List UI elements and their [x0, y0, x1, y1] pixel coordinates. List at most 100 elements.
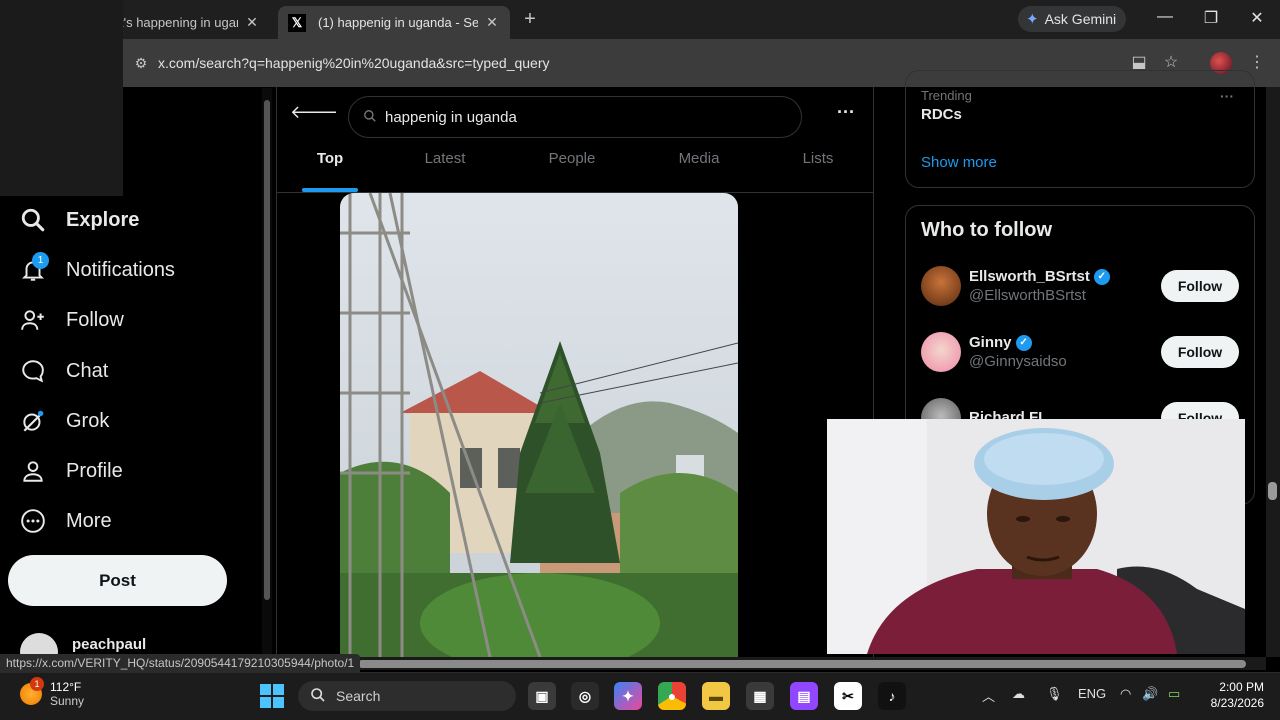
account-name: peachpaul [72, 635, 147, 653]
suggestion-handle: @EllsworthBSrtst [969, 287, 1086, 304]
weather-temp: 112°F [50, 680, 82, 694]
volume-icon[interactable]: 🔊 [1142, 686, 1158, 702]
notification-count-badge: 1 [32, 252, 49, 269]
trend-name[interactable]: RDCs [921, 106, 962, 123]
onedrive-icon[interactable]: ☁ [1012, 686, 1025, 702]
verified-badge-icon: ✓ [1093, 268, 1110, 285]
capcut-app-icon[interactable]: ✂ [834, 682, 862, 710]
ask-gemini-label: Ask Gemini [1044, 11, 1117, 27]
nav-label: Profile [66, 459, 123, 482]
follow-button[interactable]: Follow [1161, 336, 1239, 368]
nav-label: More [66, 509, 112, 532]
site-info-icon[interactable]: ⚙ [124, 55, 158, 72]
page-scrollbar-thumb[interactable] [1268, 482, 1277, 500]
search-query: happenig in uganda [385, 108, 517, 126]
url-text[interactable]: x.com/search?q=happenig%20in%20uganda&sr… [158, 55, 550, 71]
follow-button[interactable]: Follow [1161, 270, 1239, 302]
more-circle-icon [18, 506, 48, 536]
search-icon [18, 205, 48, 235]
tiktok-app-icon[interactable]: ♪ [878, 682, 906, 710]
taskbar-search[interactable]: Search [298, 681, 516, 711]
language-indicator[interactable]: ENG [1078, 686, 1106, 701]
tab-title: (1) happenig in uganda - Search [318, 15, 478, 30]
follow-suggestion[interactable]: Ginny ✓ @Ginnysaidso Follow [921, 330, 1239, 374]
close-tab-icon[interactable]: ✕ [244, 14, 260, 31]
microsoft-store-icon[interactable]: ▦ [746, 682, 774, 710]
nav-follow[interactable]: Follow [18, 298, 124, 342]
search-icon [363, 109, 377, 126]
nav-label: Grok [66, 409, 110, 432]
nav-label: Explore [66, 208, 140, 231]
file-explorer-icon[interactable]: ▬ [702, 682, 730, 710]
nav-chat[interactable]: Chat [18, 349, 108, 393]
task-view-icon[interactable]: ▣ [528, 682, 556, 710]
tab-lists[interactable]: Lists [790, 150, 846, 184]
trend-more-icon[interactable]: ··· [1220, 88, 1234, 104]
nav-label: Notifications [66, 258, 175, 281]
nav-grok[interactable]: Grok [18, 399, 109, 443]
gemini-sparkle-icon: ✦ [1026, 11, 1039, 28]
avatar[interactable] [921, 266, 961, 306]
tray-overflow-icon[interactable]: ︿ [982, 686, 995, 705]
x-logo-icon: 𝕏 [288, 13, 306, 32]
battery-icon[interactable]: ▭ [1168, 686, 1180, 702]
webcam-overlay [827, 419, 1245, 654]
ask-gemini-button[interactable]: ✦ Ask Gemini [1018, 6, 1126, 32]
more-options-icon[interactable]: ··· [834, 102, 858, 126]
suggestion-handle: @Ginnysaidso [969, 353, 1067, 370]
page-scrollbar-track[interactable] [1266, 87, 1280, 657]
nav-more[interactable]: More [18, 499, 112, 543]
horizontal-scrollbar-thumb[interactable] [358, 660, 1246, 668]
verified-badge-icon: ✓ [1015, 334, 1032, 351]
obs-app-icon[interactable]: ◎ [571, 682, 599, 710]
link-status-bar: https://x.com/VERITY_HQ/status/209054417… [0, 654, 361, 672]
avatar[interactable] [921, 332, 961, 372]
nav-explore[interactable]: Explore [18, 198, 139, 242]
tab-top[interactable]: Top [302, 150, 358, 184]
trend-category: Trending [921, 88, 972, 103]
copilot-app-icon[interactable]: ✦ [614, 682, 642, 710]
overlay-panel [0, 0, 123, 196]
tab-title: t's happening in ugan [120, 15, 238, 30]
weather-badge: 1 [30, 677, 44, 691]
minimize-button[interactable]: — [1150, 8, 1180, 30]
browser-tab-1[interactable]: t's happening in ugan ✕ [110, 6, 270, 39]
nav-label: Chat [66, 359, 109, 382]
nav-label: Follow [66, 308, 124, 331]
account-switcher[interactable]: peachpaul [20, 632, 147, 671]
browser-menu-icon[interactable]: ⋮ [1246, 52, 1268, 74]
nav-profile[interactable]: Profile [18, 449, 123, 493]
taskbar-search-label: Search [336, 688, 381, 704]
person-icon [18, 456, 48, 486]
microphone-icon[interactable]: 🎙 [1046, 686, 1063, 702]
weather-desc: Sunny [50, 694, 85, 708]
new-tab-button[interactable]: + [518, 8, 542, 32]
post-button[interactable]: Post [8, 555, 227, 606]
show-more-link[interactable]: Show more [921, 154, 997, 171]
post-photo[interactable] [340, 193, 738, 657]
chat-bubble-icon [18, 356, 48, 386]
clock-date: 8/23/2026 [1210, 696, 1264, 710]
close-tab-icon[interactable]: ✕ [484, 14, 500, 31]
close-window-button[interactable]: ✕ [1242, 8, 1272, 30]
system-clock[interactable]: 2:00 PM 8/23/2026 [1200, 679, 1264, 711]
grok-icon [18, 406, 48, 436]
suggestion-name: Ellsworth_BSrtst [969, 268, 1090, 285]
tab-latest[interactable]: Latest [410, 150, 480, 184]
follow-suggestion[interactable]: Ellsworth_BSrtst ✓ @EllsworthBSrtst Follo… [921, 264, 1239, 308]
tab-people[interactable]: People [536, 150, 608, 184]
tab-media[interactable]: Media [664, 150, 734, 184]
clock-time: 2:00 PM [1219, 680, 1264, 694]
person-plus-icon [18, 305, 48, 335]
search-input[interactable]: happenig in uganda [348, 96, 802, 138]
browser-tab-2-active[interactable]: 𝕏 (1) happenig in uganda - Search ✕ [278, 6, 510, 39]
back-arrow-icon[interactable]: 🡐 [290, 102, 338, 126]
windows-start-icon[interactable] [259, 683, 285, 709]
weather-widget[interactable]: 1 112°F Sunny [20, 677, 85, 708]
nav-scrollbar-thumb[interactable] [264, 100, 270, 600]
who-to-follow-title: Who to follow [921, 219, 1053, 241]
chrome-app-icon[interactable]: ● [658, 682, 686, 710]
restore-button[interactable]: ❐ [1196, 8, 1226, 30]
wifi-icon[interactable]: ◠ [1120, 686, 1131, 702]
twitch-app-icon[interactable]: ▤ [790, 682, 818, 710]
